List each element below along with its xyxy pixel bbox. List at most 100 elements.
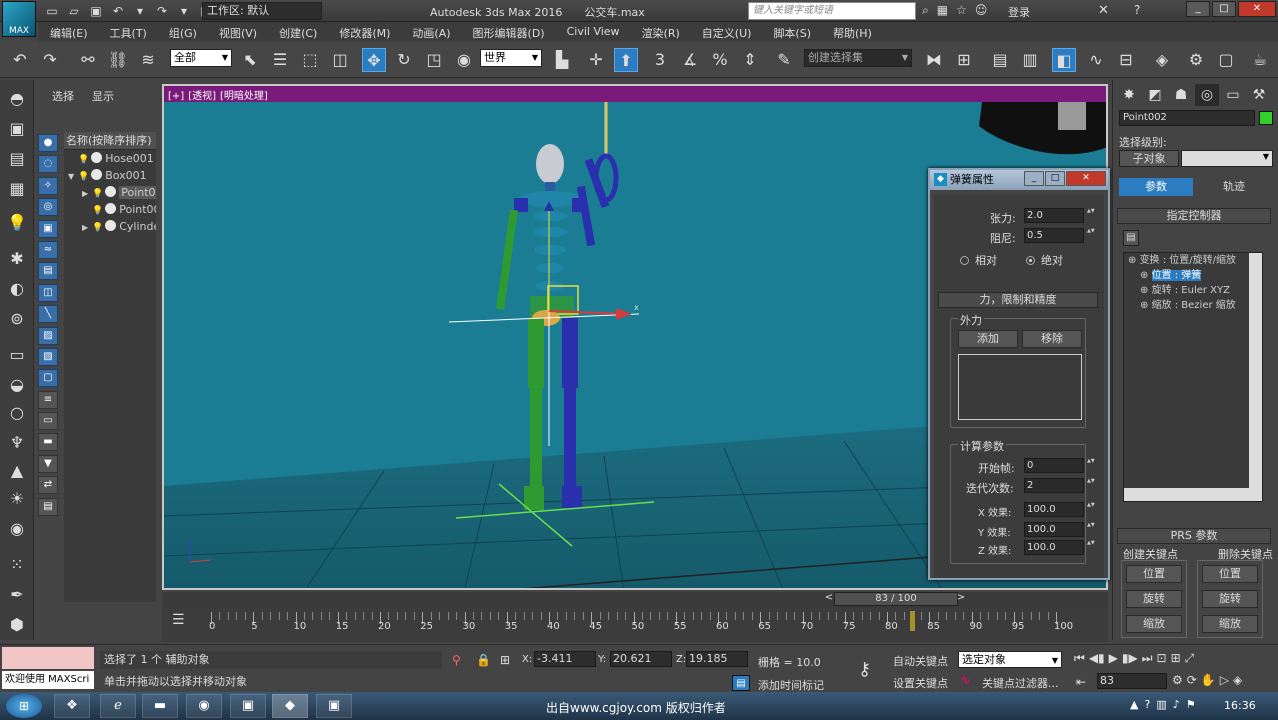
isolate-icon[interactable]: ⚲	[452, 653, 461, 667]
create-position-key-button[interactable]: 位置	[1126, 565, 1182, 583]
undo-dropdown-icon[interactable]: ▾	[132, 3, 148, 19]
assign-controller-icon[interactable]: ▤	[1123, 230, 1139, 246]
controller-tree-item[interactable]: ⊕ 缩放 : Bezier 缩放	[1124, 298, 1262, 313]
radio-absolute-indicator[interactable]	[1026, 256, 1035, 265]
light-bulb-icon[interactable]: 💡	[6, 212, 28, 234]
controller-tree-item[interactable]: ⊕ 变换 : 位置/旋转/缩放	[1124, 253, 1262, 268]
dots-icon[interactable]: ⁙	[6, 554, 28, 576]
field-of-view-icon[interactable]: ▷	[1220, 673, 1229, 687]
menu-item[interactable]: 工具(T)	[110, 22, 147, 42]
delete-rotation-key-button[interactable]: 旋转	[1202, 590, 1258, 608]
forces-list[interactable]	[958, 354, 1082, 420]
filter-containers-icon[interactable]: ▨	[38, 326, 58, 345]
tree-item[interactable]: 💡 Point001	[64, 201, 156, 218]
undo-icon[interactable]: ↶	[110, 3, 126, 19]
set-key-button[interactable]: 设置关键点	[893, 675, 948, 691]
help-search-input[interactable]: 键入关键字或短语	[748, 2, 916, 20]
spacewarp-icon[interactable]: ◐	[6, 278, 28, 300]
close-icon[interactable]: ✕	[1066, 171, 1106, 186]
login-button[interactable]: 登录	[1008, 4, 1030, 20]
absolute-mode-icon[interactable]: ⊞	[500, 653, 510, 667]
bind-spacewarp-icon[interactable]: ≋	[136, 48, 160, 72]
y-effect-spinner[interactable]: 100.0	[1024, 522, 1095, 537]
select-by-name-icon[interactable]: ☰	[268, 48, 292, 72]
render-icon[interactable]: ☕	[1248, 48, 1272, 72]
lock-selection-icon[interactable]: 🔒	[476, 653, 491, 667]
rendered-frame-icon[interactable]: ▢	[1214, 48, 1238, 72]
spinner-snap-icon[interactable]: ⇕	[738, 48, 762, 72]
next-frame-icon[interactable]: ▮▶	[1122, 651, 1138, 666]
place-icon[interactable]: ◉	[452, 48, 476, 72]
subscription-icon[interactable]: ▦	[937, 3, 948, 18]
expand-plus-icon[interactable]: ⊕	[1140, 300, 1152, 311]
start-frame-spinner[interactable]: 0	[1024, 458, 1095, 473]
select-move-icon[interactable]: ✥	[362, 48, 386, 72]
filter-shapes-icon[interactable]: ◌	[38, 155, 58, 174]
tab-display[interactable]: 显示	[92, 88, 114, 104]
time-slider-thumb[interactable]: 83 / 100	[834, 592, 958, 606]
pivot-center-icon[interactable]: ▙	[550, 48, 574, 72]
expand-plus-icon[interactable]: ⊕	[1128, 255, 1140, 266]
filter-hidden-icon[interactable]: ▢	[38, 369, 58, 388]
menu-item[interactable]: 图形编辑器(D)	[473, 22, 545, 42]
display-none-icon[interactable]: ▭	[38, 412, 58, 431]
filter-bones-icon[interactable]: ╲	[38, 305, 58, 324]
z-coord-field[interactable]: 19.185	[686, 651, 748, 667]
radio-relative-indicator[interactable]	[960, 256, 969, 265]
open-icon[interactable]: ▱	[66, 3, 82, 19]
undo-icon[interactable]: ↶	[8, 48, 32, 72]
menu-item[interactable]: 脚本(S)	[773, 22, 811, 42]
taskbar-app-1-icon[interactable]: ❖	[54, 694, 90, 718]
display-tab-icon[interactable]: ▭	[1221, 84, 1245, 106]
filter-groups-icon[interactable]: ▤	[38, 262, 58, 281]
minimize-icon[interactable]: _	[1024, 171, 1044, 186]
maximize-icon[interactable]: □	[1045, 171, 1065, 186]
render-setup-icon[interactable]: ⚙	[1184, 48, 1208, 72]
taskbar-clock[interactable]: 16:36	[1224, 699, 1256, 712]
y-coord-field[interactable]: 20.621	[610, 651, 672, 667]
pan-hand-icon[interactable]: ✋	[1201, 673, 1216, 687]
key-filters-button[interactable]: 关键点过滤器...	[982, 675, 1059, 691]
tree-item[interactable]: ▼ 💡 Box001	[64, 167, 156, 184]
viewport-point-of-view-menu[interactable]: [透视]	[188, 91, 216, 102]
tray-flag-icon[interactable]: ⚑	[1186, 698, 1196, 711]
invert-display-icon[interactable]: ▬	[38, 433, 58, 452]
create-rotation-key-button[interactable]: 旋转	[1126, 590, 1182, 608]
app-menu-button[interactable]: MAX	[2, 1, 36, 37]
radio-absolute[interactable]: 绝对	[1026, 252, 1063, 268]
expand-arrow-icon[interactable]: ▼	[68, 168, 78, 184]
remove-force-button[interactable]: 移除	[1022, 330, 1082, 348]
manipulate-icon[interactable]: ✛	[584, 48, 608, 72]
taskbar-3dsmax-icon[interactable]: ◆	[272, 694, 308, 718]
current-frame-field[interactable]: 83	[1097, 673, 1167, 689]
mini-curve-editor-icon[interactable]: ☰	[172, 612, 185, 628]
align-icon[interactable]: ⊞	[952, 48, 976, 72]
tray-arrow-icon[interactable]: ▲	[1130, 698, 1138, 711]
snaps-toggle-icon[interactable]: 3	[648, 48, 672, 72]
expand-arrow-icon[interactable]: ▶	[82, 185, 92, 201]
utilities-tab-icon[interactable]: ⚒	[1247, 84, 1271, 106]
rollout-prs-parameters[interactable]: PRS 参数	[1117, 528, 1271, 544]
dome-icon[interactable]: ◒	[6, 374, 28, 396]
keyboard-shortcut-override-icon[interactable]: ⬆	[614, 48, 638, 72]
modeling-icon[interactable]: ◓	[6, 88, 28, 110]
visibility-bulb-icon[interactable]: 💡	[92, 223, 103, 233]
user-icon[interactable]: ☺	[975, 3, 988, 18]
maxscript-listener-input[interactable]	[2, 647, 94, 669]
time-config-icon[interactable]: ⚙	[1172, 673, 1183, 687]
sync-selection-icon[interactable]: ⇄	[38, 476, 58, 495]
tree-vertical-scrollbar[interactable]	[1249, 253, 1262, 490]
filter-frozen-icon[interactable]: ▧	[38, 347, 58, 366]
binoculars-icon[interactable]: ⌕	[922, 3, 929, 18]
filter-xrefs-icon[interactable]: ◫	[38, 283, 58, 302]
disc-icon[interactable]: ◉	[6, 518, 28, 540]
help-icon[interactable]: ?	[1134, 3, 1140, 17]
prev-frame-icon[interactable]: ◀▮	[1089, 651, 1105, 666]
key-icon[interactable]: ⚷	[858, 659, 871, 680]
filter-warps-icon[interactable]: ≈	[38, 240, 58, 259]
filter-cameras-icon[interactable]: ◎	[38, 198, 58, 217]
table-icon[interactable]: ▦	[6, 178, 28, 200]
delete-position-key-button[interactable]: 位置	[1202, 565, 1258, 583]
controller-tree-item[interactable]: ⊕ 位置 : 弹簧	[1124, 268, 1262, 283]
menu-item[interactable]: 编辑(E)	[50, 22, 88, 42]
